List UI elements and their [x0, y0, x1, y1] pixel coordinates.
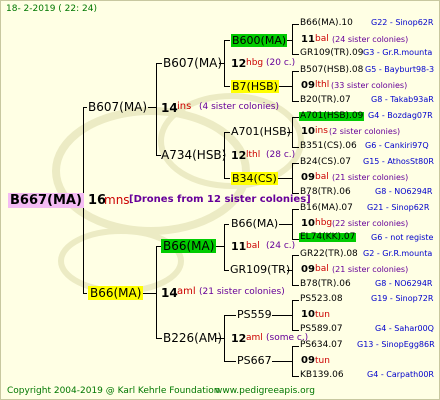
- gen3-breeder-3: bal: [315, 172, 329, 182]
- gen4-ref-2: G5 - Bayburt98-3: [365, 65, 435, 74]
- gen3-year-5: 09: [301, 264, 315, 275]
- gen4-queen-7[interactable]: B78(TR).06: [300, 188, 351, 197]
- gen4-ref-14: G13 - SinopEgg86R: [357, 340, 435, 349]
- root-drones-note: [Drones from 12 sister colonies]: [129, 194, 311, 205]
- gen1-queen-1[interactable]: B66(MA): [88, 286, 144, 300]
- gen4-ref-11: G8 - NO6294R: [375, 279, 433, 288]
- gen4-queen-2[interactable]: B507(HSB).08: [300, 66, 363, 75]
- gen2-note-0: (20 c.): [266, 58, 296, 68]
- gen3-year-0: 11: [301, 34, 315, 45]
- gen4-queen-15[interactable]: KB139.06: [300, 371, 344, 380]
- gen4-ref-1: G3 - Gr.R.mounta: [363, 48, 433, 57]
- copyright-notice: Copyright 2004-2019 @ Karl Kehrle Founda…: [7, 386, 220, 396]
- gen4-ref-12: G19 - Sinop72R: [371, 294, 434, 303]
- gen3-year-1: 09: [301, 80, 315, 91]
- gen1-note-0: (4 sister colonies): [199, 102, 280, 112]
- gen2-year-2: 11: [231, 240, 247, 253]
- gen2-queen-3[interactable]: B226(AM): [163, 332, 222, 344]
- gen3-breeder-6: tun: [315, 310, 330, 320]
- gen1-queen-0[interactable]: B607(MA): [88, 101, 147, 113]
- gen3-note-1: (33 sister colonies): [331, 81, 408, 90]
- gen4-queen-6[interactable]: B24(CS).07: [300, 158, 351, 167]
- gen3-year-6: 10: [301, 309, 315, 320]
- gen4-queen-8[interactable]: B16(MA).07: [300, 204, 353, 213]
- gen2-breeder-1: lthl: [246, 150, 261, 160]
- gen4-queen-11[interactable]: B78(TR).06: [300, 280, 351, 289]
- gen3-queen-5[interactable]: GR109(TR): [230, 264, 290, 275]
- gen3-year-4: 10: [301, 218, 315, 229]
- gen4-ref-5: G6 - Cankiri97Q: [365, 141, 429, 150]
- gen3-queen-6[interactable]: PS559: [237, 309, 272, 320]
- pedigree-chart: 18- 2-2019 ( 22: 24) B667(MA) 16 mns [Dr…: [0, 0, 440, 400]
- gen2-breeder-3: aml: [246, 333, 263, 343]
- gen4-ref-10: G2 - Gr.R.mounta: [363, 249, 433, 258]
- gen3-queen-0[interactable]: B600(MA): [231, 34, 288, 47]
- gen2-year-3: 12: [231, 332, 247, 345]
- gen3-breeder-4: hbg: [315, 218, 333, 228]
- gen2-queen-0[interactable]: B607(MA): [163, 57, 222, 69]
- gen1-year-0: 14: [161, 101, 178, 115]
- gen4-queen-0[interactable]: B66(MA).10: [300, 19, 353, 28]
- gen3-queen-2[interactable]: A701(HSB): [231, 126, 291, 137]
- gen3-year-7: 09: [301, 355, 315, 366]
- gen4-queen-14[interactable]: PS634.07: [300, 341, 343, 350]
- gen3-year-3: 09: [301, 172, 315, 183]
- gen2-note-1: (28 c.): [266, 150, 296, 160]
- gen4-ref-15: G4 - Carpath00R: [367, 370, 434, 379]
- gen3-note-3: (21 sister colonies): [332, 173, 409, 182]
- gen2-breeder-2: bal: [246, 241, 260, 251]
- gen3-breeder-0: bal: [315, 34, 329, 44]
- gen1-breeder-1: aml: [177, 286, 196, 297]
- gen4-queen-5[interactable]: B351(CS).06: [300, 142, 357, 151]
- gen2-breeder-0: hbg: [246, 58, 264, 68]
- gen4-ref-13: G4 - Sahar00Q: [375, 324, 434, 333]
- gen3-note-4: (22 sister colonies): [332, 219, 409, 228]
- gen4-queen-13[interactable]: PS589.07: [300, 325, 343, 334]
- gen4-ref-0: G22 - Sinop62R: [371, 18, 434, 27]
- gen3-queen-4[interactable]: B66(MA): [231, 218, 278, 229]
- gen4-ref-4: G4 - Bozdag07R: [368, 111, 433, 120]
- gen4-queen-9[interactable]: EL74(KK).07: [299, 233, 357, 242]
- gen1-note-1: (21 sister colonies): [199, 287, 285, 297]
- gen1-year-1: 14: [161, 286, 178, 300]
- gen4-queen-1[interactable]: GR109(TR).09: [300, 49, 364, 58]
- gen4-queen-10[interactable]: GR22(TR).08: [300, 250, 358, 259]
- gen4-ref-6: G15 - AthosSt80R: [363, 157, 434, 166]
- gen3-note-0: (24 sister colonies): [332, 35, 409, 44]
- gen3-breeder-2: ins: [315, 126, 328, 136]
- gen3-breeder-7: tun: [315, 356, 330, 366]
- gen3-note-5: (21 sister colonies): [332, 265, 409, 274]
- site-link[interactable]: www.pedigreeapis.org: [215, 387, 315, 396]
- gen3-breeder-1: lthl: [315, 80, 330, 90]
- gen1-breeder-0: ins: [177, 101, 192, 112]
- gen4-queen-3[interactable]: B20(TR).07: [300, 96, 351, 105]
- root-queen[interactable]: B667(MA): [8, 193, 84, 208]
- gen3-note-2: (2 sister colonies): [329, 127, 401, 136]
- gen3-queen-3[interactable]: B34(CS): [231, 172, 278, 185]
- gen2-queen-1[interactable]: A734(HSB): [161, 149, 226, 161]
- print-date: 18- 2-2019 ( 22: 24): [6, 4, 97, 14]
- gen2-note-2: (24 c.): [266, 241, 296, 251]
- gen3-queen-7[interactable]: PS667: [237, 355, 272, 366]
- gen4-ref-3: G8 - Takab93aR: [371, 95, 434, 104]
- gen2-year-0: 12: [231, 57, 247, 70]
- gen4-ref-7: G8 - NO6294R: [375, 187, 433, 196]
- gen3-queen-1[interactable]: B7(HSB): [231, 80, 279, 93]
- root-breeder: mns: [104, 193, 130, 207]
- gen4-queen-4[interactable]: A701(HSB).09: [299, 112, 365, 121]
- gen2-year-1: 12: [231, 149, 247, 162]
- gen2-queen-2[interactable]: B66(MA): [161, 239, 217, 253]
- gen3-breeder-5: bal: [315, 264, 329, 274]
- gen4-queen-12[interactable]: PS523.08: [300, 295, 343, 304]
- gen4-ref-8: G21 - Sinop62R: [367, 203, 430, 212]
- gen4-ref-9: G6 - not registe: [371, 233, 434, 242]
- gen3-year-2: 10: [301, 126, 315, 137]
